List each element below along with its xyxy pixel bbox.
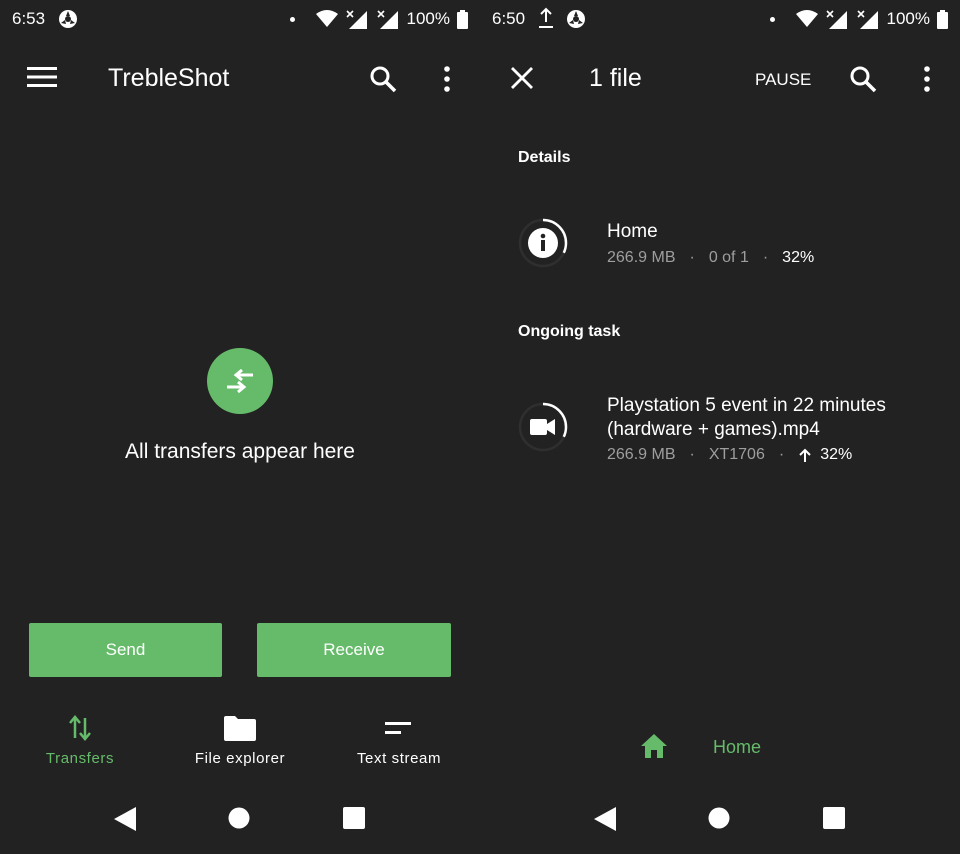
nav-text-stream-label: Text stream — [356, 750, 442, 767]
signal-icon — [345, 10, 367, 29]
empty-state-message: All transfers appear here — [125, 440, 355, 463]
nav-transfers[interactable]: Transfers — [10, 712, 150, 767]
status-time: 6:53 — [12, 9, 46, 28]
notification-dot-icon — [289, 16, 295, 22]
details-percent: 32% — [782, 249, 815, 266]
arrow-up-icon — [799, 448, 811, 462]
selection-title: 1 file — [589, 64, 642, 92]
send-button[interactable]: Send — [29, 623, 222, 677]
short-text-icon — [329, 712, 469, 744]
status-icons: 100% — [289, 9, 468, 29]
task-size: 266.9 MB — [607, 446, 676, 463]
task-progress-ring — [518, 402, 568, 452]
nav-transfers-label: Transfers — [45, 750, 115, 767]
meta-separator: · — [689, 446, 695, 463]
home-label: Home — [713, 737, 762, 757]
task-device: XT1706 — [708, 446, 765, 463]
close-icon[interactable] — [508, 64, 536, 92]
recents-icon[interactable] — [823, 807, 845, 829]
meta-separator: · — [762, 249, 769, 266]
task-file-name-line2: (hardware + games).mp4 — [607, 419, 820, 440]
task-file-name: Playstation 5 event in 22 minutes (hardw… — [607, 394, 886, 442]
pause-button[interactable]: PAUSE — [755, 70, 811, 90]
app-bar: TrebleShot — [0, 36, 480, 120]
task-file-name-line1: Playstation 5 event in 22 minutes — [607, 395, 886, 416]
recents-icon[interactable] — [343, 807, 365, 829]
info-icon — [528, 228, 558, 258]
app-notification-icon — [58, 9, 78, 34]
folder-icon — [170, 712, 310, 744]
back-icon[interactable] — [593, 807, 617, 831]
signal-icon — [825, 10, 847, 29]
wifi-icon — [795, 10, 818, 27]
main-screen: 6:53 100% TrebleShot All transfers appea… — [0, 0, 480, 854]
battery-percent: 100% — [406, 9, 450, 28]
app-title: TrebleShot — [108, 64, 230, 92]
menu-icon[interactable] — [24, 62, 60, 92]
task-percent: 32% — [820, 446, 853, 463]
transfer-detail-screen: 6:50 100% 1 file PAUSE Details Home 266.… — [480, 0, 960, 854]
swap-vertical-icon — [10, 712, 150, 744]
home-nav-button[interactable]: Home — [638, 732, 818, 762]
back-icon[interactable] — [113, 807, 137, 831]
more-options-icon[interactable] — [434, 62, 460, 96]
receive-button[interactable]: Receive — [257, 623, 451, 677]
meta-separator: · — [689, 249, 695, 266]
details-meta: 266.9 MB · 0 of 1 · 32% — [607, 249, 814, 267]
app-notification-icon — [566, 9, 586, 34]
upload-icon — [538, 7, 554, 34]
task-meta: 266.9 MB · XT1706 · 32% — [607, 446, 852, 464]
meta-separator: · — [778, 446, 785, 463]
system-nav-bar — [480, 782, 960, 854]
details-heading: Details — [518, 149, 571, 166]
details-size: 266.9 MB — [607, 249, 676, 266]
app-bar: 1 file PAUSE — [480, 36, 960, 120]
status-bar: 6:53 100% — [0, 0, 480, 36]
signal-icon — [856, 10, 878, 29]
wifi-icon — [315, 10, 338, 27]
search-icon[interactable] — [366, 62, 400, 96]
details-count: 0 of 1 — [708, 249, 749, 266]
home-icon — [641, 734, 667, 758]
nav-text-stream[interactable]: Text stream — [329, 712, 469, 767]
system-nav-bar — [0, 782, 480, 854]
battery-icon — [937, 9, 948, 29]
transfer-arrows-icon — [207, 348, 273, 414]
status-time: 6:50 — [492, 9, 526, 28]
home-nav-icon[interactable] — [228, 807, 250, 829]
video-camera-icon — [530, 419, 555, 435]
more-options-icon[interactable] — [914, 62, 940, 96]
nav-file-explorer[interactable]: File explorer — [170, 712, 310, 767]
search-icon[interactable] — [846, 62, 880, 96]
home-nav-icon[interactable] — [708, 807, 730, 829]
battery-icon — [457, 9, 468, 29]
signal-icon — [376, 10, 398, 29]
nav-file-explorer-label: File explorer — [194, 750, 286, 767]
status-icons: 100% — [769, 9, 948, 29]
notification-dot-icon — [769, 16, 775, 22]
status-bar: 6:50 100% — [480, 0, 960, 36]
details-progress-ring — [518, 218, 568, 268]
details-title: Home — [607, 221, 658, 242]
ongoing-heading: Ongoing task — [518, 323, 621, 340]
battery-percent: 100% — [886, 9, 930, 28]
